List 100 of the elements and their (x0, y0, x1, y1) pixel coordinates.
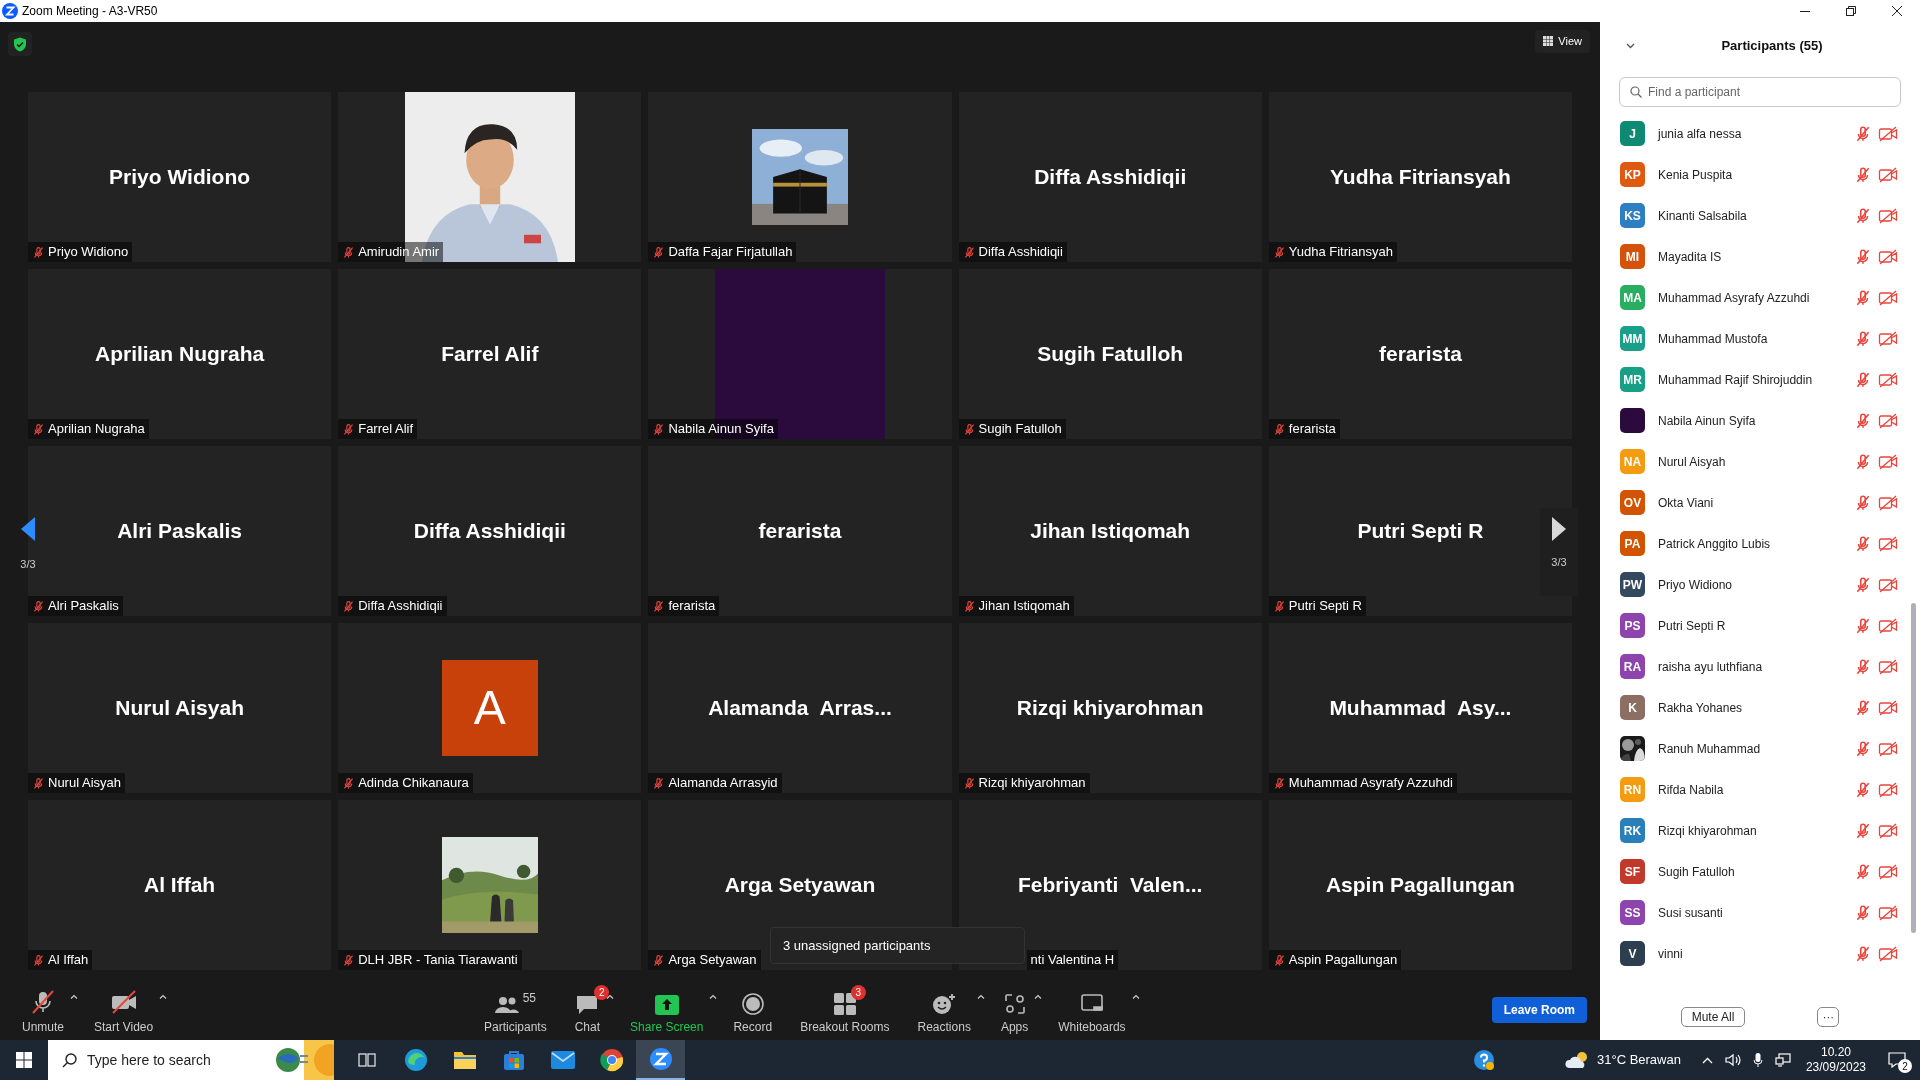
smiley-icon (932, 993, 957, 1015)
participant-name: Alri Paskalis (48, 597, 119, 616)
caret-icon (709, 993, 718, 999)
chevron-up-icon (1701, 1056, 1713, 1064)
tooltip: 3 unassigned participants (770, 927, 1025, 964)
toolbar-button[interactable]: Share Screen (616, 984, 718, 1036)
avatar: PA (1620, 531, 1645, 556)
view-button[interactable]: View (1535, 30, 1590, 53)
display-name: Aspin Pagallungan (1325, 872, 1515, 899)
browser-icon (403, 1048, 428, 1072)
mute-all-button[interactable]: Mute All (1680, 1007, 1746, 1027)
breakout-rooms-icon (833, 993, 856, 1015)
record-icon (741, 993, 764, 1015)
toolbar-button[interactable]: 2 Chat (560, 984, 615, 1036)
right-arrow-icon (1552, 517, 1566, 541)
toolbar-button[interactable]: Start Video (80, 984, 168, 1036)
weather-text: 31°C Berawan (1596, 1051, 1681, 1070)
notification-count: 2 (1898, 1059, 1912, 1073)
display-name: Rizqi khiyarohman (1016, 695, 1204, 722)
participant-name[interactable]: Sugih Fatulloh (1658, 862, 1735, 881)
restore-icon (1846, 6, 1856, 16)
minimize-icon (1800, 10, 1810, 12)
display-name: Jihan Istiqomah (1030, 518, 1191, 545)
speaker-icon (1724, 1053, 1741, 1067)
app-logo-icon (648, 1047, 673, 1071)
display-name: Febriyanti Valen... (1018, 872, 1203, 899)
participant-name: Rizqi khiyarohman (978, 774, 1086, 793)
toolbar-button[interactable]: Whiteboards (1044, 984, 1140, 1036)
participant-name[interactable]: Priyo Widiono (1658, 575, 1733, 594)
participant-name: Adinda Chikanaura (358, 774, 469, 793)
participant-name[interactable]: raisha ayu luthfiana (1658, 657, 1763, 676)
display-name: Sugih Fatulloh (1037, 341, 1184, 368)
toolbar-button[interactable]: 3 Breakout Rooms (786, 984, 904, 1036)
participant-name: Muhammad Asyrafy Azzuhdi (1288, 774, 1453, 793)
participant-name[interactable]: Rifda Nabila (1658, 780, 1724, 799)
participant-name: Farrel Alif (358, 420, 414, 439)
participant-name[interactable]: Patrick Anggito Lubis (1658, 534, 1771, 553)
search-input[interactable]: Type here to search (87, 1049, 237, 1071)
avatar: RA (1620, 654, 1645, 679)
participant-name[interactable]: junia alfa nessa (1658, 124, 1742, 143)
notifications-button[interactable]: 2 (1884, 1040, 1910, 1080)
participant-name[interactable]: Kenia Puspita (1658, 165, 1733, 184)
avatar: MM (1620, 326, 1645, 351)
participant-name: Nabila Ainun Syifa (668, 420, 774, 439)
participant-name[interactable]: Muhammad Mustofa (1658, 329, 1768, 348)
display-name: Putri Septi R (1357, 518, 1484, 545)
notification-badge: 2 (594, 985, 610, 1000)
panel-title: Participants (55) (1720, 37, 1823, 56)
avatar: V (1620, 941, 1645, 966)
avatar: KP (1620, 162, 1645, 187)
toolbar-button[interactable]: Reactions (903, 984, 985, 1036)
display-name: ferarista (1378, 341, 1462, 368)
task-view-icon (356, 1051, 377, 1069)
display-name: Al Iffah (144, 872, 216, 899)
toolbar-button[interactable]: Apps (986, 984, 1043, 1036)
taskbar-search-field[interactable]: Type here to search (48, 1040, 334, 1080)
participant-name: Sugih Fatulloh (978, 420, 1062, 439)
participant-name[interactable]: Putri Septi R (1658, 616, 1726, 635)
clock-time: 10.20 (1820, 1045, 1851, 1060)
participant-name[interactable]: Muhammad Rajif Shirojuddin (1658, 370, 1813, 389)
avatar: MA (1620, 285, 1645, 310)
participant-name[interactable]: Nabila Ainun Syifa (1658, 411, 1756, 430)
participant-name[interactable]: Rakha Yohanes (1658, 698, 1743, 717)
caret-icon (606, 993, 615, 999)
participant-name: Alamanda Arrasyid (668, 774, 778, 793)
participant-name[interactable]: Rizqi khiyarohman (1658, 821, 1757, 840)
display-name: Priyo Widiono (109, 164, 251, 191)
participant-name[interactable]: Kinanti Salsabila (1658, 206, 1747, 225)
participant-name: Diffa Asshidiqii (358, 597, 443, 616)
participant-count: 55 (522, 990, 537, 1007)
toolbar-button[interactable]: 55 Participants (470, 984, 561, 1036)
display-name: Farrel Alif (441, 341, 539, 368)
participant-name: nti Valentina H (1030, 951, 1115, 970)
participant-name[interactable]: vinni (1658, 944, 1683, 963)
leave-room-button[interactable]: Leave Room (1491, 997, 1587, 1023)
participant-name[interactable]: Ranuh Muhammad (1658, 739, 1761, 758)
participant-name[interactable]: Okta Viani (1658, 493, 1714, 512)
search-field[interactable]: Find a participant (1619, 77, 1901, 107)
toolbar-button[interactable]: Record (719, 984, 787, 1036)
more-button[interactable]: ··· (1817, 1007, 1840, 1027)
participant-name[interactable]: Muhammad Asyrafy Azzuhdi (1658, 288, 1810, 307)
search-input[interactable]: Find a participant (1648, 83, 1890, 101)
caret-icon (976, 993, 985, 999)
search-icon (1630, 86, 1642, 98)
participant-name[interactable]: Mayadita IS (1658, 247, 1722, 266)
security-button[interactable] (8, 32, 32, 56)
left-arrow-icon (21, 517, 35, 541)
mail-icon (550, 1051, 575, 1069)
toolbar-button[interactable]: Unmute (8, 984, 79, 1036)
avatar: MI (1620, 244, 1645, 269)
store-icon (502, 1049, 525, 1071)
taskbar-app-button[interactable] (636, 1040, 685, 1080)
participant-name[interactable]: Susi susanti (1658, 903, 1723, 922)
shield-icon (13, 36, 27, 52)
avatar: KS (1620, 203, 1645, 228)
windows-logo-icon (16, 1052, 32, 1068)
participant-name[interactable]: Nurul Aisyah (1658, 452, 1726, 471)
participant-name: ferarista (1288, 420, 1336, 439)
avatar: NA (1620, 449, 1645, 474)
scrollbar-thumb[interactable] (1911, 603, 1916, 933)
